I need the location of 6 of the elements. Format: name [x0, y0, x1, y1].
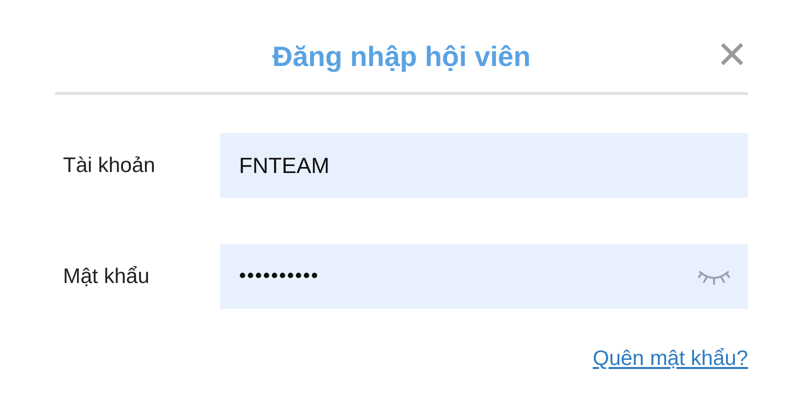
password-field[interactable]: •••••••••• [220, 244, 748, 309]
field-label: Tài khoản [62, 154, 156, 178]
field-label: Mật khẩu [62, 264, 150, 288]
username-field[interactable]: FNTEAM [220, 133, 748, 198]
dialog-title: Đăng nhập hội viên [272, 41, 531, 73]
forgot-password-link[interactable]: Quên mật khẩu? [592, 347, 748, 371]
